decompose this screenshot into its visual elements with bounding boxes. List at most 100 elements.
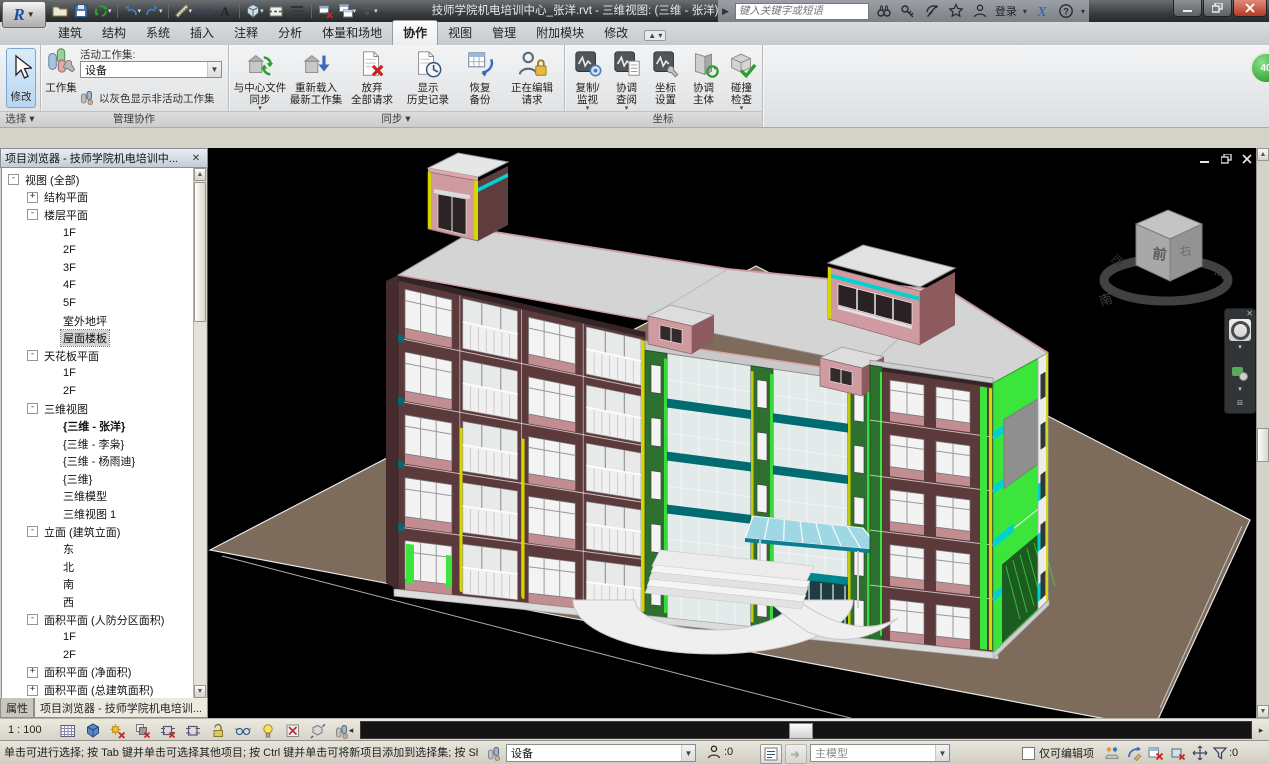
qat-sync-center-icon[interactable]: ▾: [92, 2, 113, 20]
tree-item[interactable]: -三维视图: [2, 400, 194, 418]
tree-item-label[interactable]: 楼层平面: [42, 207, 90, 223]
tree-expander-icon[interactable]: +: [27, 192, 38, 203]
tab-11[interactable]: 附加模块: [526, 21, 594, 45]
scale-button[interactable]: 1 : 100: [8, 719, 42, 741]
tree-item[interactable]: -楼层平面: [2, 206, 194, 224]
tree-item[interactable]: -视图 (全部): [2, 171, 194, 189]
tree-item[interactable]: -天花板平面: [2, 347, 194, 365]
application-menu-button[interactable]: R▼: [2, 1, 46, 28]
synchronize-panel-label[interactable]: 同步 ▾: [228, 111, 564, 127]
active-workset-combo[interactable]: 设备▼: [80, 61, 222, 78]
tree-item[interactable]: 2F: [2, 646, 194, 664]
hscroll-right-icon[interactable]: ▸: [1254, 722, 1268, 738]
tree-expander-icon[interactable]: -: [27, 403, 38, 414]
tab-4[interactable]: 插入: [180, 21, 224, 45]
relinquish-elements-icon[interactable]: [1170, 745, 1186, 761]
reload-latest-icon[interactable]: [785, 744, 807, 764]
zoom-caret-icon[interactable]: ▾: [1225, 385, 1255, 393]
sun-path-icon[interactable]: [108, 721, 128, 741]
qat-undo-icon[interactable]: ▾: [122, 2, 143, 20]
tree-item[interactable]: + 面积平面 (净面积): [2, 664, 194, 682]
tree-item-label[interactable]: 面积平面 (总建筑面积): [42, 682, 155, 698]
tree-item[interactable]: {三维 - 李枭}: [2, 435, 194, 453]
tree-item-label[interactable]: 面积平面 (净面积): [42, 664, 133, 680]
combo-dropdown-icon[interactable]: ▼: [935, 745, 949, 761]
tree-item[interactable]: 1F: [2, 224, 194, 242]
tree-item[interactable]: {三维 - 张洋}: [2, 417, 194, 435]
restore-backup-button[interactable]: 恢复备份: [452, 48, 508, 112]
tree-expander-icon[interactable]: -: [27, 526, 38, 537]
login-caret-icon[interactable]: ▾: [1023, 7, 1027, 16]
tree-item-label[interactable]: 三维视图: [42, 401, 90, 417]
crop-view-icon[interactable]: [158, 721, 178, 741]
tree-item[interactable]: 1F: [2, 628, 194, 646]
editing-requests-deny-icon[interactable]: [1148, 745, 1164, 761]
tree-expander-icon[interactable]: +: [27, 685, 38, 696]
tree-item[interactable]: 室外地坪: [2, 312, 194, 330]
scrollbar-thumb[interactable]: [789, 723, 813, 739]
tree-item[interactable]: 2F: [2, 382, 194, 400]
tab-3[interactable]: 系统: [136, 21, 180, 45]
tree-item[interactable]: -面积平面 (人防分区面积): [2, 611, 194, 629]
reveal-hidden-elements-icon[interactable]: [258, 721, 278, 741]
favorites-star-icon[interactable]: [947, 2, 965, 20]
scroll-down-icon[interactable]: ▼: [1257, 705, 1269, 718]
tab-6[interactable]: 分析: [268, 21, 312, 45]
combo-dropdown-icon[interactable]: ▼: [207, 62, 221, 77]
tree-item-label[interactable]: 3F: [61, 262, 78, 274]
visual-style-icon[interactable]: [83, 721, 103, 741]
tree-item-label[interactable]: 2F: [61, 244, 78, 256]
3d-building-view[interactable]: 前右南东西: [208, 148, 1256, 718]
tree-item-label[interactable]: {三维 - 李枭}: [61, 436, 126, 452]
view-minimize-icon[interactable]: [1198, 152, 1212, 166]
tree-item[interactable]: +结构平面: [2, 189, 194, 207]
gray-inactive-worksets-toggle[interactable]: 以灰色显示非活动工作集: [80, 89, 215, 108]
coordination-host-button[interactable]: 协调主体: [684, 48, 723, 112]
active-workset-status-combo[interactable]: 设备▼: [506, 744, 696, 762]
tree-expander-icon[interactable]: -: [8, 174, 19, 185]
horizontal-scrollbar[interactable]: [360, 721, 1252, 739]
navbar-more-icon[interactable]: ⊟: [1225, 399, 1255, 407]
unlocked-3d-view-icon[interactable]: [208, 721, 228, 741]
properties-tab[interactable]: 属性: [0, 698, 34, 718]
tree-item[interactable]: -立面 (建筑立面): [2, 523, 194, 541]
show-history-button[interactable]: 显示历史记录: [400, 48, 456, 112]
analytical-model-icon[interactable]: [283, 721, 303, 741]
qat-close-inactive-windows-icon[interactable]: [316, 2, 336, 20]
tree-item[interactable]: 2F: [2, 241, 194, 259]
steering-wheel-icon[interactable]: [1229, 319, 1251, 341]
tab-2[interactable]: 结构: [92, 21, 136, 45]
communication-center-icon[interactable]: [923, 2, 941, 20]
help-icon[interactable]: ?: [1057, 2, 1075, 20]
tree-item-label[interactable]: 面积平面 (人防分区面积): [42, 612, 166, 628]
tree-expander-icon[interactable]: -: [27, 350, 38, 361]
tree-item[interactable]: + 面积平面 (总建筑面积): [2, 681, 194, 698]
tree-item-label[interactable]: 2F: [61, 649, 78, 661]
view-restore-icon[interactable]: [1219, 152, 1233, 166]
qat-customize-qat-icon[interactable]: ▾: [358, 2, 379, 20]
editing-requests-button[interactable]: 正在编辑请求: [504, 48, 560, 112]
tree-item[interactable]: 北: [2, 558, 194, 576]
tree-expander-icon[interactable]: -: [27, 614, 38, 625]
tree-item-label[interactable]: {三维 - 张洋}: [61, 418, 127, 434]
tree-item[interactable]: 4F: [2, 277, 194, 295]
tree-item-label[interactable]: 1F: [61, 631, 78, 643]
tab-7[interactable]: 体量和场地: [312, 21, 392, 45]
project-browser-scrollbar[interactable]: ▲ ▼: [193, 168, 206, 698]
tree-item[interactable]: 东: [2, 540, 194, 558]
relinquish-all-button[interactable]: 放弃全部请求: [344, 48, 400, 112]
qat-aligned-dimension-icon[interactable]: [194, 2, 214, 20]
tree-expander-icon[interactable]: -: [27, 209, 38, 220]
tree-item-label[interactable]: 东: [61, 541, 76, 557]
tree-item[interactable]: {三维 - 杨雨迪}: [2, 453, 194, 471]
tree-expander-icon[interactable]: +: [27, 667, 38, 678]
tree-item[interactable]: 三维视图 1: [2, 505, 194, 523]
copy-monitor-button[interactable]: 复制/监视▾: [568, 48, 607, 112]
tab-9[interactable]: 视图: [438, 21, 482, 45]
sync-center-big-button[interactable]: 与中心文件同步▾: [232, 48, 288, 112]
worksharing-display-settings-icon[interactable]: [1104, 745, 1120, 761]
infocenter-collapse-icon[interactable]: ▶: [722, 6, 729, 17]
scroll-up-icon[interactable]: ▲: [194, 168, 206, 181]
tree-item-label[interactable]: {三维}: [61, 471, 94, 487]
tree-item[interactable]: 屋面楼板: [2, 329, 194, 347]
